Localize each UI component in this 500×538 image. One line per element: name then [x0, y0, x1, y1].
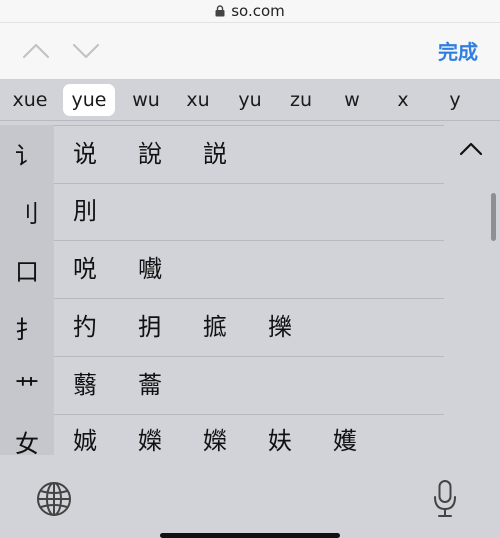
character-candidate[interactable]: 説 [195, 126, 235, 183]
character-candidate[interactable]: 嬫 [130, 413, 170, 455]
radical-item[interactable]: 扌 [0, 299, 54, 356]
character-candidate[interactable]: 说 [65, 126, 105, 183]
character-candidate[interactable]: 扚 [65, 299, 105, 356]
globe-icon[interactable] [36, 481, 72, 517]
character-candidate[interactable]: 刖 [65, 183, 105, 240]
character-candidate[interactable]: 抈 [130, 299, 170, 356]
radical-index-column: 讠 刂 口 扌 艹 女 [0, 125, 54, 455]
pinyin-candidate-selected[interactable]: yue [63, 84, 115, 116]
url-text: so.com [231, 2, 285, 20]
microphone-icon[interactable] [432, 479, 458, 519]
candidate-row: 扚 抈 掋 擽 [54, 299, 444, 357]
character-candidate[interactable]: 嬳 [325, 413, 365, 455]
chevron-up-icon[interactable] [20, 35, 52, 67]
character-candidate[interactable]: 哾 [65, 241, 105, 298]
pinyin-candidate[interactable]: w [334, 84, 370, 116]
candidate-row: 娍 嬫 嬫 妋 嬳 [54, 413, 444, 455]
pinyin-candidate[interactable]: y [438, 84, 472, 116]
character-candidate[interactable]: 蘙 [65, 357, 105, 414]
done-button[interactable]: 完成 [438, 36, 478, 65]
character-candidate[interactable]: 蘥 [130, 357, 170, 414]
character-candidate[interactable]: 嬫 [195, 413, 235, 455]
candidate-row: 刖 [54, 183, 444, 241]
character-candidate-grid: 说 說 説 刖 哾 嚱 扚 抈 掋 擽 蘙 蘥 娍 嬫 嬫 妋 嬳 [54, 125, 444, 455]
home-indicator [160, 533, 340, 538]
pinyin-candidate[interactable]: xu [178, 84, 218, 116]
candidate-row: 蘙 蘥 [54, 357, 444, 415]
character-candidate[interactable]: 說 [130, 126, 170, 183]
character-candidate[interactable]: 娍 [65, 413, 105, 455]
candidate-row: 说 說 説 [54, 125, 444, 184]
chevron-up-icon[interactable] [458, 140, 484, 158]
candidate-row: 哾 嚱 [54, 241, 444, 299]
keyboard-accessory-toolbar: 完成 [0, 23, 500, 80]
character-candidate[interactable]: 嚱 [130, 241, 170, 298]
url-bar[interactable]: so.com [0, 0, 500, 23]
radical-item[interactable]: 艹 [0, 357, 54, 414]
lock-icon [215, 5, 225, 17]
pinyin-candidate[interactable]: yu [230, 84, 270, 116]
character-candidate[interactable]: 掋 [195, 299, 235, 356]
pinyin-candidate[interactable]: wu [126, 84, 166, 116]
pinyin-candidate[interactable]: x [386, 84, 420, 116]
character-candidate[interactable]: 妋 [260, 413, 300, 455]
pinyin-candidate[interactable]: xue [6, 84, 54, 116]
scrollbar-thumb[interactable] [491, 193, 496, 241]
pinyin-candidate-bar: xue yue wu xu yu zu w x y [0, 80, 500, 121]
chevron-down-icon[interactable] [70, 35, 102, 67]
radical-item[interactable]: 口 [0, 241, 54, 298]
radical-item[interactable]: 女 [0, 413, 54, 455]
radical-item[interactable]: 讠 [0, 125, 54, 182]
radical-item[interactable]: 刂 [0, 183, 54, 240]
pinyin-candidate[interactable]: zu [281, 84, 321, 116]
character-candidate[interactable]: 擽 [260, 299, 300, 356]
